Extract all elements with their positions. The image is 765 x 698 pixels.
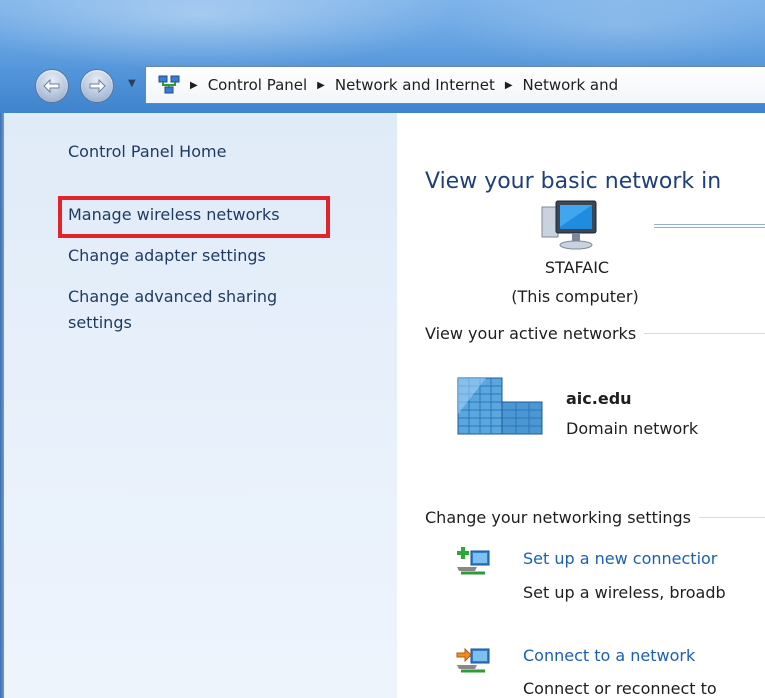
sidebar-item-control-panel-home[interactable]: Control Panel Home: [68, 139, 226, 165]
breadcrumb-separator-icon[interactable]: ▶: [505, 80, 513, 91]
connect-network-icon: [456, 647, 490, 673]
breadcrumb-network-sharing-center[interactable]: Network and: [523, 76, 619, 94]
computer-name: STAFAIC: [544, 258, 610, 277]
address-bar[interactable]: ▶ Control Panel ▶ Network and Internet ▶…: [145, 66, 765, 104]
active-networks-label: View your active networks: [425, 324, 637, 343]
page-title: View your basic network in: [425, 168, 722, 194]
connection-line: [654, 224, 765, 229]
arrow-left-icon: [43, 78, 60, 94]
recent-pages-dropdown[interactable]: ▼: [128, 78, 136, 89]
breadcrumb-separator-icon: ▶: [190, 79, 198, 91]
active-networks-header: View your active networks: [425, 324, 765, 343]
network-type-link[interactable]: Domain network: [566, 419, 698, 438]
highlight-annotation: [58, 196, 330, 238]
network-icon: [158, 75, 180, 94]
setup-new-connection-link[interactable]: Set up a new connectior: [523, 549, 717, 568]
forward-button[interactable]: [80, 69, 114, 103]
network-name: aic.edu: [566, 389, 632, 408]
arrow-right-icon: [89, 78, 106, 94]
connect-to-network-description: Connect or reconnect to: [523, 679, 717, 698]
sidebar-item-change-advanced-sharing-settings[interactable]: Change advanced sharing settings: [68, 284, 338, 336]
building-network-icon[interactable]: [456, 374, 546, 438]
computer-subtitle: (This computer): [511, 287, 639, 306]
breadcrumb-control-panel[interactable]: Control Panel: [208, 76, 307, 94]
breadcrumb-network-and-internet[interactable]: Network and Internet: [335, 76, 495, 94]
divider: [699, 517, 765, 518]
back-button[interactable]: [35, 69, 69, 103]
new-connection-icon: [457, 547, 490, 575]
change-settings-label: Change your networking settings: [425, 508, 692, 527]
computer-icon: [541, 200, 597, 250]
breadcrumb-separator-icon[interactable]: ▶: [317, 80, 325, 91]
sidebar-item-change-adapter-settings[interactable]: Change adapter settings: [68, 243, 266, 269]
connect-to-network-link[interactable]: Connect to a network: [523, 646, 695, 665]
setup-new-connection-description: Set up a wireless, broadb: [523, 583, 726, 602]
divider: [644, 333, 765, 334]
change-settings-header: Change your networking settings: [425, 508, 765, 527]
